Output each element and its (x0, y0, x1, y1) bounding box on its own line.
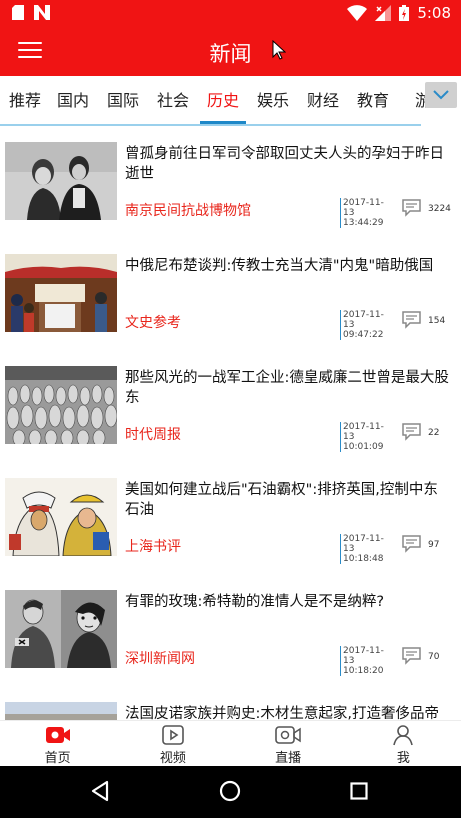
tab-active[interactable]: 历史 (198, 76, 248, 126)
system-navigation-bar (0, 766, 461, 818)
status-time: 5:08 (417, 4, 451, 22)
news-date: 2017-11-13 (343, 534, 384, 554)
news-time: 10:18:20 (343, 666, 384, 676)
nav-video[interactable]: 视频 (115, 721, 230, 766)
more-categories-button[interactable] (425, 82, 457, 108)
recents-icon[interactable] (350, 782, 368, 800)
news-time: 13:44:29 (343, 218, 384, 228)
news-date: 2017-11-13 (343, 422, 384, 442)
comment-count: 3224 (428, 204, 451, 214)
tab-category[interactable]: 国内 (48, 76, 98, 126)
category-tabs: 推荐 国内 国际 社会 历史 娱乐 财经 教育游 (0, 76, 461, 126)
back-icon[interactable] (90, 780, 110, 802)
comment-icon[interactable] (401, 311, 422, 329)
news-item[interactable]: 那些风光的一战军工企业:德皇威廉二世曾是最大股东 时代周报 2017-11-13… (0, 352, 461, 464)
comment-count: 70 (428, 652, 440, 662)
news-timestamp: 2017-11-13 10:01:09 (340, 422, 392, 452)
bottom-navigation: 首页 视频 直播 我 (0, 720, 461, 766)
battery-icon (399, 5, 410, 21)
news-item[interactable]: 有罪的玫瑰:希特勒的准情人是不是纳粹? 深圳新闻网 2017-11-13 10:… (0, 576, 461, 688)
comment-icon[interactable] (401, 423, 422, 441)
news-source[interactable]: 深圳新闻网 (125, 648, 195, 668)
tab-category[interactable]: 教育 (348, 76, 398, 126)
news-source[interactable]: 南京民间抗战博物馆 (125, 200, 251, 220)
nav-home[interactable]: 首页 (0, 721, 115, 766)
nav-live-label: 直播 (275, 751, 302, 766)
news-date: 2017-11-13 (343, 310, 384, 330)
page-title: 新闻 (209, 42, 252, 66)
news-thumbnail (5, 702, 117, 720)
comment-icon[interactable] (401, 647, 422, 665)
news-source[interactable]: 上海书评 (125, 536, 181, 556)
news-thumbnail (5, 254, 117, 332)
news-thumbnail (5, 478, 117, 556)
news-timestamp: 2017-11-13 10:18:20 (340, 646, 392, 676)
news-source[interactable]: 文史参考 (125, 312, 181, 332)
news-headline: 中俄尼布楚谈判:传教士充当大清"内鬼"暗助俄国 (125, 258, 434, 274)
comment-count: 154 (428, 316, 446, 326)
nav-me[interactable]: 我 (346, 721, 461, 766)
news-time: 10:18:48 (343, 554, 384, 564)
person-icon (393, 725, 414, 746)
comment-icon[interactable] (401, 199, 422, 217)
status-bar: 5:08 (0, 0, 461, 28)
home-icon[interactable] (219, 780, 241, 802)
nav-live[interactable]: 直播 (231, 721, 346, 766)
news-item[interactable]: 中俄尼布楚谈判:传教士充当大清"内鬼"暗助俄国 文史参考 2017-11-13 … (0, 240, 461, 352)
news-item[interactable]: 法国皮诺家族并购史:木材生意起家,打造奢侈品帝 (0, 688, 461, 720)
news-list: 曾孤身前往日军司令部取回丈夫人头的孕妇于昨日逝世 南京民间抗战博物馆 2017-… (0, 128, 461, 720)
news-thumbnail (5, 142, 117, 220)
mouse-cursor-icon (272, 40, 286, 60)
news-timestamp: 2017-11-13 09:47:22 (340, 310, 392, 340)
news-date: 2017-11-13 (343, 646, 384, 666)
sd-card-icon (12, 5, 24, 20)
video-play-icon (162, 725, 184, 745)
news-headline: 曾孤身前往日军司令部取回丈夫人头的孕妇于昨日逝世 (125, 146, 444, 182)
tab-category[interactable]: 娱乐 (248, 76, 298, 126)
nav-me-label: 我 (396, 751, 410, 766)
news-headline: 法国皮诺家族并购史:木材生意起家,打造奢侈品帝 (125, 706, 439, 720)
news-headline: 美国如何建立战后"石油霸权":排挤英国,控制中东石油 (125, 482, 438, 518)
notification-n-icon (34, 5, 50, 20)
news-item[interactable]: 美国如何建立战后"石油霸权":排挤英国,控制中东石油 上海书评 2017-11-… (0, 464, 461, 576)
app-bar: 新闻 (0, 28, 461, 76)
comment-icon[interactable] (401, 535, 422, 553)
comment-count: 97 (428, 540, 440, 550)
news-source[interactable]: 时代周报 (125, 424, 181, 444)
news-time: 09:47:22 (343, 330, 384, 340)
tab-category[interactable]: 社会 (148, 76, 198, 126)
nav-home-label: 首页 (44, 751, 71, 766)
live-camera-icon (275, 726, 301, 744)
tab-category[interactable]: 推荐 (2, 76, 48, 126)
chevron-down-icon (433, 90, 449, 100)
comment-count: 22 (428, 428, 440, 438)
news-thumbnail (5, 590, 117, 668)
news-time: 10:01:09 (343, 442, 384, 452)
wifi-icon (347, 5, 368, 21)
news-date: 2017-11-13 (343, 198, 384, 218)
news-thumbnail (5, 366, 117, 444)
news-headline: 那些风光的一战军工企业:德皇威廉二世曾是最大股东 (125, 370, 449, 406)
news-headline: 有罪的玫瑰:希特勒的准情人是不是纳粹? (125, 594, 385, 610)
tab-divider (0, 124, 421, 126)
news-timestamp: 2017-11-13 10:18:48 (340, 534, 392, 564)
news-item[interactable]: 曾孤身前往日军司令部取回丈夫人头的孕妇于昨日逝世 南京民间抗战博物馆 2017-… (0, 128, 461, 240)
signal-icon (375, 5, 392, 21)
home-camera-icon (45, 727, 70, 743)
tab-category[interactable]: 财经 (298, 76, 348, 126)
news-timestamp: 2017-11-13 13:44:29 (340, 198, 392, 228)
tab-category[interactable]: 国际 (98, 76, 148, 126)
nav-video-label: 视频 (159, 751, 186, 766)
